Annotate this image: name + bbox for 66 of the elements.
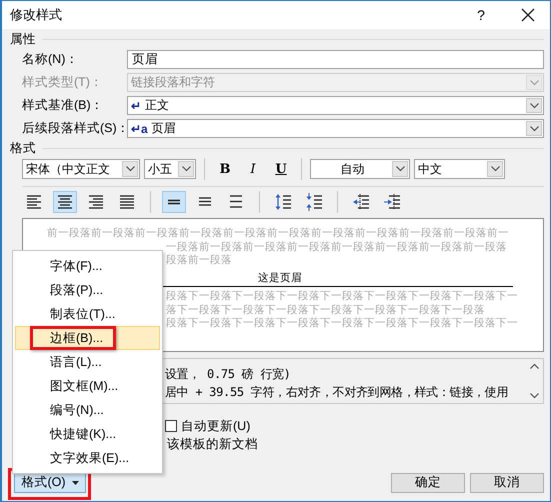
font-dropdown[interactable]: 宋体（中文正文 xyxy=(22,159,140,179)
space-increase-icon xyxy=(274,192,292,212)
preview-text: 一段落前一段落前一段落前一段落前一段落前一段落前一段落前一段落 xyxy=(166,240,508,254)
menu-item[interactable]: 边框(B)... xyxy=(15,326,160,350)
field-label: 样式基准(B)： xyxy=(22,97,105,114)
caret-icon xyxy=(72,480,79,484)
combo-value: 小五 xyxy=(148,160,172,178)
combo-value: 页眉 xyxy=(152,120,176,137)
name-field[interactable]: 页眉 xyxy=(127,50,544,69)
menu-item[interactable]: 快捷键(K)... xyxy=(15,422,160,446)
help-button[interactable]: ? xyxy=(466,7,496,23)
preview-text: 段落下一段落下一段落下一段落下一段落下一段落下一段落下一段落下一 xyxy=(166,317,519,330)
format-button[interactable]: 格式(O) xyxy=(14,472,86,492)
window-title: 修改样式 xyxy=(10,6,63,24)
spacing-single-button[interactable] xyxy=(162,191,186,213)
section-heading: 属性 xyxy=(10,31,36,48)
chevron-down-icon xyxy=(530,80,538,86)
indent-decrease-icon xyxy=(352,192,370,212)
preview-text: 落下一段落下一段落下一段落下一段落下一段落下一段落下一段落 xyxy=(166,304,486,317)
bold-button[interactable]: B xyxy=(213,158,237,180)
menu-item[interactable]: 编号(N)... xyxy=(15,398,160,422)
description-text: 居中 + 39.55 字符，右对齐，不对齐到网格，样式：链接，使用 xyxy=(165,384,510,401)
color-dropdown[interactable]: 自动 xyxy=(310,159,410,179)
underline-button[interactable]: U xyxy=(269,158,293,180)
preview-text: 段落下一段落下一段落下一段落下一段落下一段落下一段落下一段落下一 xyxy=(166,290,519,304)
combo-value: 自动 xyxy=(340,160,364,178)
option-text: 该模板的新文档 xyxy=(167,436,259,453)
chevron-down-icon xyxy=(126,166,134,172)
menu-item[interactable]: 图文框(M)... xyxy=(15,374,160,398)
style-dropdown[interactable]: ↵a 页眉 xyxy=(127,119,544,138)
field-label: 名称(N)： xyxy=(22,51,80,68)
chevron-down-icon xyxy=(182,166,190,172)
spacing-single-icon xyxy=(167,199,181,205)
align-center-button[interactable] xyxy=(53,191,77,213)
style-dropdown[interactable]: ↵ 正文 xyxy=(127,96,544,115)
combo-value: 宋体（中文正文 xyxy=(26,160,110,178)
chevron-down-icon xyxy=(530,102,538,108)
dialog-button[interactable]: 确定 xyxy=(391,472,465,492)
italic-button[interactable]: I xyxy=(241,158,265,180)
chevron-down-icon xyxy=(530,126,538,132)
section-heading: 格式 xyxy=(10,140,36,157)
checkbox-label: 自动更新(U) xyxy=(181,418,250,434)
scroll-up-icon[interactable] xyxy=(530,363,539,369)
preview-text: 前一段落前一段落前一段落前一段落前一段落前一段落前一段落前一段落前一段落前一段落前一 xyxy=(47,227,510,240)
menu-item[interactable]: 文字效果(E)... xyxy=(15,446,160,470)
dialog-button[interactable]: 取消 xyxy=(470,472,544,492)
close-icon xyxy=(521,8,535,22)
scroll-down-icon[interactable] xyxy=(530,393,539,399)
combo-value: 链接段落和字符 xyxy=(131,74,215,91)
chevron-down-icon xyxy=(396,166,404,172)
combo-value: 中文 xyxy=(418,160,442,178)
space-decrease-icon xyxy=(305,192,323,212)
chevron-down-icon xyxy=(490,166,500,172)
language-dropdown[interactable]: 中文 xyxy=(414,159,505,179)
menu-item[interactable]: 语言(L)... xyxy=(15,350,160,374)
size-dropdown[interactable]: 小五 xyxy=(144,159,196,179)
menu-item[interactable]: 制表位(T)... xyxy=(15,302,160,326)
style-marker: ↵a xyxy=(131,122,148,136)
description-text: 设置， 0.75 磅 行宽) xyxy=(165,366,292,383)
style-marker: ↵ xyxy=(131,98,141,112)
field-label: 后续段落样式(S)： xyxy=(22,120,127,137)
preview-text: 段落前一段落 xyxy=(166,254,233,268)
field-label: 样式类型(T)： xyxy=(22,74,104,91)
auto-update-checkbox[interactable] xyxy=(165,420,177,432)
combo-value: 正文 xyxy=(145,97,169,114)
indent-increase-icon xyxy=(383,192,401,212)
